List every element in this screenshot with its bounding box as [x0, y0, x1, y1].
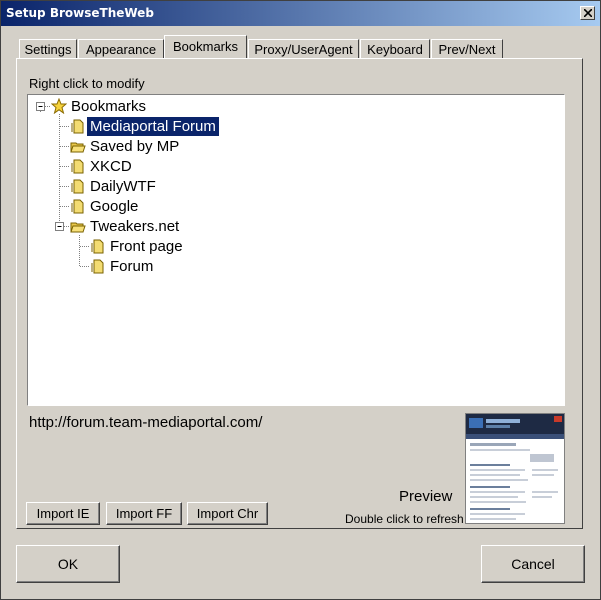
selected-bookmark-url: http://forum.team-mediaportal.com/ [29, 414, 263, 431]
bookmark-page-icon [71, 199, 84, 214]
tweakers-collapse-toggle [55, 222, 64, 231]
bookmark-page-icon [91, 259, 104, 274]
tree-root-bookmarks[interactable]: Bookmarks [68, 97, 149, 116]
title-bar[interactable]: Setup BrowseTheWeb [1, 1, 600, 26]
tab-settings[interactable]: Settings [19, 39, 77, 58]
close-icon [584, 9, 592, 17]
bookmark-page-icon [91, 239, 104, 254]
tab-prev-next[interactable]: Prev/Next [431, 39, 503, 58]
cancel-button[interactable]: Cancel [481, 545, 585, 583]
ok-button[interactable]: OK [16, 545, 120, 583]
tree-item-forum[interactable]: Forum [107, 257, 156, 276]
folder-open-icon [70, 222, 86, 233]
webpage-thumbnail-image [466, 414, 564, 523]
preview-refresh-hint: Double click to refresh [345, 512, 464, 526]
tree-item-tweakers-net[interactable]: Tweakers.net [87, 217, 182, 236]
root-collapse-toggle [36, 102, 45, 111]
tab-keyboard[interactable]: Keyboard [360, 39, 430, 58]
window-title: Setup BrowseTheWeb [6, 6, 154, 20]
preview-thumbnail[interactable] [465, 413, 565, 524]
tree-item-front-page[interactable]: Front page [107, 237, 186, 256]
bookmarks-tree[interactable]: Bookmarks Mediaportal Forum Saved by MP … [27, 94, 565, 406]
tree-item-mediaportal-forum[interactable]: Mediaportal Forum [87, 117, 219, 136]
import-ie-button[interactable]: Import IE [26, 502, 100, 525]
tab-proxy-useragent[interactable]: Proxy/UserAgent [248, 39, 359, 58]
bookmark-page-icon [71, 159, 84, 174]
bookmark-page-icon [71, 119, 84, 134]
tree-item-google[interactable]: Google [87, 197, 141, 216]
bookmark-page-icon [71, 179, 84, 194]
modify-hint: Right click to modify [29, 76, 145, 91]
close-button[interactable] [580, 6, 595, 20]
import-ff-button[interactable]: Import FF [106, 502, 182, 525]
tab-bookmarks[interactable]: Bookmarks [164, 35, 247, 58]
tab-appearance[interactable]: Appearance [78, 39, 164, 58]
tree-item-dailywtf[interactable]: DailyWTF [87, 177, 159, 196]
star-icon [51, 98, 67, 114]
folder-open-icon [70, 142, 86, 153]
tree-item-saved-by-mp[interactable]: Saved by MP [87, 137, 182, 156]
preview-label: Preview [399, 488, 453, 505]
import-chr-button[interactable]: Import Chr [187, 502, 268, 525]
tree-item-xkcd[interactable]: XKCD [87, 157, 135, 176]
